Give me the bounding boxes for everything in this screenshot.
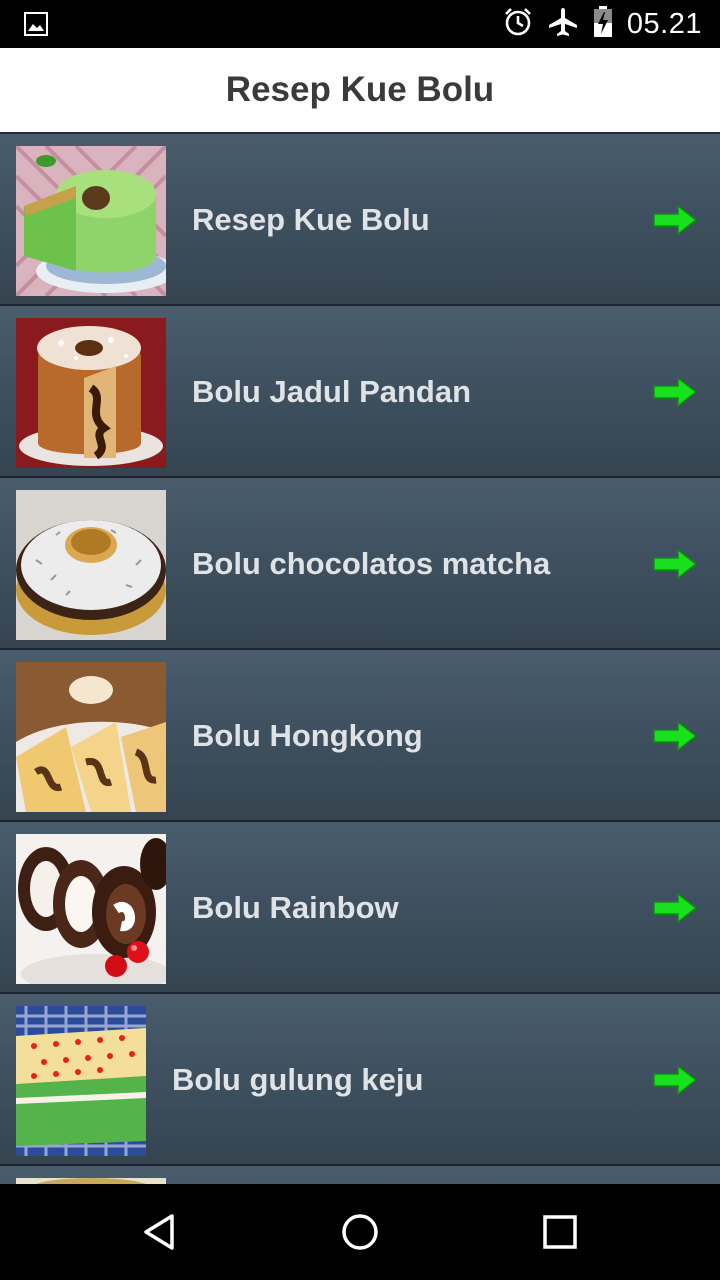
arrow-right-icon[interactable] xyxy=(652,376,698,408)
navigation-bar xyxy=(0,1184,720,1280)
back-icon[interactable] xyxy=(140,1212,180,1252)
app-header: Resep Kue Bolu xyxy=(0,48,720,134)
arrow-right-icon[interactable] xyxy=(652,892,698,924)
list-item[interactable]: Bolu Jadul Pandan xyxy=(0,306,720,478)
alarm-icon xyxy=(503,7,533,42)
list-item-label: Bolu Rainbow xyxy=(192,890,399,925)
home-icon[interactable] xyxy=(340,1212,380,1252)
list-item[interactable]: Bolu chocolatos matcha xyxy=(0,478,720,650)
cake-thumbnail xyxy=(16,834,166,984)
list-item-label: Resep Kue Bolu xyxy=(192,202,430,237)
list-item-label: Bolu Jadul Pandan xyxy=(192,374,472,409)
cake-thumbnail xyxy=(16,662,166,812)
recipe-list[interactable]: Resep Kue Bolu Bolu Jadul Pandan Bolu ch… xyxy=(0,134,720,1184)
list-item[interactable]: Resep Kue Bolu xyxy=(0,134,720,306)
list-item[interactable]: Bolu Hongkong xyxy=(0,650,720,822)
list-item-partial[interactable] xyxy=(0,1166,720,1184)
page-title: Resep Kue Bolu xyxy=(225,70,495,109)
cake-thumbnail xyxy=(16,490,166,640)
arrow-right-icon[interactable] xyxy=(652,204,698,236)
battery-charging-icon xyxy=(593,5,613,43)
arrow-right-icon[interactable] xyxy=(652,720,698,752)
list-item[interactable]: Bolu gulung keju xyxy=(0,994,720,1166)
cake-thumbnail xyxy=(16,146,166,296)
arrow-right-icon[interactable] xyxy=(652,1064,698,1096)
recents-icon[interactable] xyxy=(540,1212,580,1252)
list-item-label: Bolu chocolatos matcha xyxy=(192,546,551,581)
list-item[interactable]: Bolu Rainbow xyxy=(0,822,720,994)
status-bar: 05.21 xyxy=(0,0,720,48)
list-item-label: Bolu gulung keju xyxy=(172,1062,424,1097)
clock: 05.21 xyxy=(626,7,702,40)
list-item-label: Bolu Hongkong xyxy=(192,718,423,753)
image-notification-icon xyxy=(24,12,48,41)
cake-thumbnail xyxy=(16,318,166,468)
cake-thumbnail xyxy=(16,1006,146,1156)
airplane-mode-icon xyxy=(547,6,579,43)
arrow-right-icon[interactable] xyxy=(652,548,698,580)
